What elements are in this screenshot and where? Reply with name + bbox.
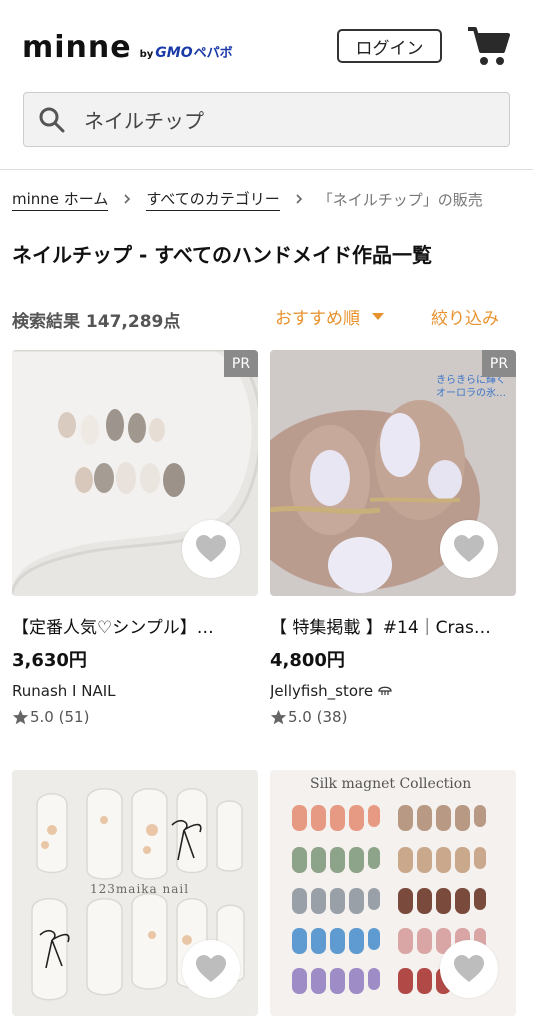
breadcrumb-categories-link[interactable]: すべてのカテゴリー (146, 188, 280, 211)
product-price: 3,630円 (12, 650, 87, 671)
favorite-button[interactable] (440, 940, 498, 998)
product-image[interactable]: PR (12, 350, 258, 596)
logo-gmo: GMO (155, 45, 193, 61)
shop-name[interactable]: Runash I NAIL (12, 682, 258, 700)
review-count: (38) (316, 708, 348, 726)
header: minne by GMO ペパボ ログイン ネイルチップ (0, 0, 533, 170)
caption-line: オーロラの氷… (436, 388, 506, 399)
logo-pepabo: ペパボ (193, 46, 233, 61)
search-value: ネイルチップ (84, 109, 204, 133)
heart-icon (454, 955, 484, 982)
star-icon (270, 709, 287, 724)
search-icon (39, 107, 65, 132)
filter-button[interactable]: 絞り込み (431, 304, 499, 329)
shop-name[interactable]: Jellyfish_store (270, 682, 516, 700)
product-title[interactable]: 【定番人気♡シンプル】… (12, 613, 252, 638)
caret-down-icon (372, 313, 384, 320)
page-title: ネイルチップ - すべてのハンドメイド作品一覧 (12, 243, 433, 267)
heart-icon (196, 955, 226, 982)
product-title[interactable]: 【 特集掲載 】#14｜Cras… (270, 613, 510, 638)
product-card[interactable]: 123maika nail (12, 770, 258, 1016)
rating-value: 5.0 (288, 708, 312, 726)
heart-icon (196, 535, 226, 562)
minne-logo[interactable]: minne by GMO ペパボ (22, 30, 233, 65)
result-count: 検索結果 147,289点 (12, 312, 181, 332)
logo-wordmark: minne (22, 30, 132, 65)
product-card[interactable]: PR 【定番人気♡シンプル】… 3,630円 Runash I NAIL 5.0… (12, 350, 258, 726)
favorite-button[interactable] (440, 520, 498, 578)
product-rating: 5.0 (38) (270, 708, 516, 726)
sort-label: おすすめ順 (275, 309, 360, 329)
product-rating: 5.0 (51) (12, 708, 258, 726)
favorite-button[interactable] (182, 940, 240, 998)
pr-badge: PR (224, 350, 258, 377)
breadcrumb-current: 「ネイルチップ」の販売 (317, 190, 483, 209)
product-image[interactable]: 123maika nail (12, 770, 258, 1016)
product-image[interactable]: Silk magnet Collection (270, 770, 516, 1016)
image-watermark: 123maika nail (90, 882, 190, 896)
product-image[interactable]: きらきらに輝く オーロラの氷… PR (270, 350, 516, 596)
image-heading: Silk magnet Collection (310, 776, 472, 792)
shop-name-text: Jellyfish_store (270, 682, 374, 700)
cart-icon[interactable] (466, 25, 510, 67)
product-card[interactable]: Silk magnet Collection (270, 770, 516, 1016)
breadcrumb: minne ホーム すべてのカテゴリー 「ネイルチップ」の販売 (12, 186, 533, 212)
heart-icon (454, 535, 484, 562)
logo-by: by (139, 49, 154, 60)
login-button[interactable]: ログイン (337, 29, 442, 63)
search-input[interactable]: ネイルチップ (23, 92, 510, 147)
breadcrumb-home-link[interactable]: minne ホーム (12, 188, 109, 211)
product-card[interactable]: きらきらに輝く オーロラの氷… PR 【 特集掲載 】#14｜Cras… 4,8… (270, 350, 516, 726)
jellyfish-icon (378, 686, 392, 695)
chevron-right-icon (124, 194, 131, 204)
pr-badge: PR (482, 350, 516, 377)
favorite-button[interactable] (182, 520, 240, 578)
image-caption: きらきらに輝く オーロラの氷… (436, 374, 506, 400)
chevron-right-icon (296, 194, 302, 204)
review-count: (51) (58, 708, 90, 726)
product-price: 4,800円 (270, 650, 345, 671)
star-icon (12, 709, 29, 724)
sort-dropdown[interactable]: おすすめ順 (275, 304, 384, 329)
rating-value: 5.0 (30, 708, 54, 726)
